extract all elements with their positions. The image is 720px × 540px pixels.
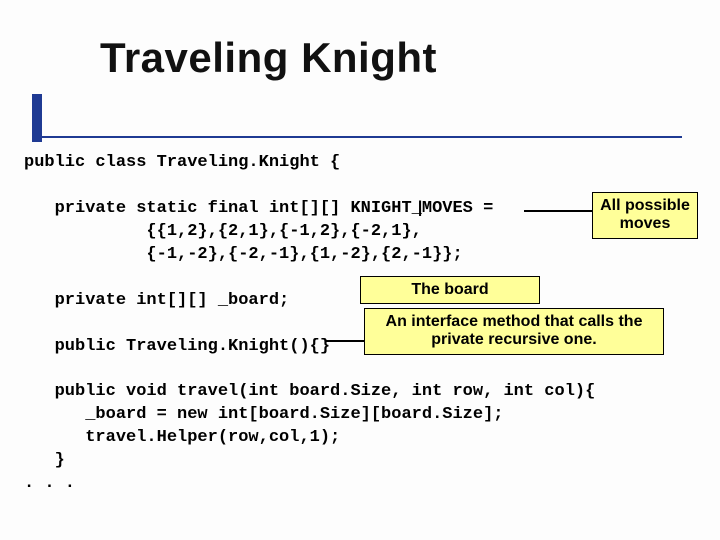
title-accent-bar (32, 94, 42, 142)
slide-title: Traveling Knight (100, 34, 437, 82)
code-line: _board = new int[board.Size][board.Size]… (24, 405, 503, 424)
title-area: Traveling Knight (48, 34, 437, 82)
code-line: {-1,-2},{-2,-1},{1,-2},{2,-1}}; (24, 245, 463, 264)
code-line: public Traveling.Knight(){} (24, 337, 330, 356)
code-line: {{1,2},{2,1},{-1,2},{-2,1}, (24, 222, 422, 241)
code-line: private static final int[][] KNIGHT_MOVE… (24, 199, 493, 218)
callout-interface: An interface method that calls the priva… (364, 308, 664, 355)
code-line: . . . (24, 474, 75, 493)
code-line: travel.Helper(row,col,1); (24, 428, 340, 447)
code-line: } (24, 451, 65, 470)
code-line: public class Traveling.Knight { (24, 153, 340, 172)
connector-line (524, 210, 592, 212)
title-underline (42, 136, 682, 138)
slide: Traveling Knight public class Traveling.… (0, 0, 720, 540)
connector-line (326, 340, 364, 342)
callout-moves: All possible moves (592, 192, 698, 239)
code-line: public void travel(int board.Size, int r… (24, 382, 595, 401)
callout-board: The board (360, 276, 540, 304)
code-line: private int[][] _board; (24, 291, 289, 310)
